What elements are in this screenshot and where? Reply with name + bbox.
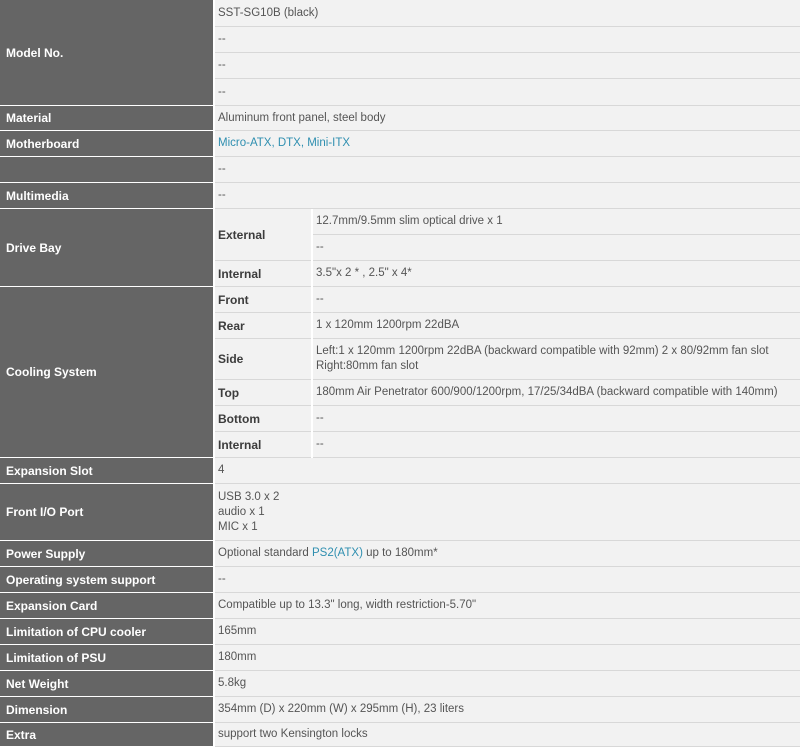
spec-value-expansion-card: Compatible up to 13.3" long, width restr… <box>215 593 800 619</box>
spec-label-extra: Extra <box>0 723 213 747</box>
spec-sublabel-external: External <box>215 209 311 261</box>
spec-sublabel-front: Front <box>215 287 311 313</box>
power-supply-prefix: Optional standard <box>218 547 312 559</box>
spec-value-external-2: -- <box>313 235 800 261</box>
spec-value-rear: 1 x 120mm 1200rpm 22dBA <box>313 313 800 339</box>
spec-sublabel-internal-bay: Internal <box>215 261 311 287</box>
spec-label-blank <box>0 157 213 183</box>
front-io-line-3: MIC x 1 <box>218 520 258 533</box>
spec-value-material: Aluminum front panel, steel body <box>215 106 800 131</box>
spec-sublabel-rear: Rear <box>215 313 311 339</box>
spec-label-front-io: Front I/O Port <box>0 484 213 541</box>
spec-label-multimedia: Multimedia <box>0 183 213 209</box>
spec-value-power-supply: Optional standard PS2(ATX) up to 180mm* <box>215 541 800 567</box>
spec-label-material: Material <box>0 106 213 131</box>
spec-value-multimedia: -- <box>215 183 800 209</box>
spec-value-model-4: -- <box>215 79 800 106</box>
spec-value-motherboard-extra: -- <box>215 157 800 183</box>
spec-value-front-io: USB 3.0 x 2 audio x 1 MIC x 1 <box>215 484 800 541</box>
spec-value-front: -- <box>313 287 800 313</box>
spec-label-motherboard: Motherboard <box>0 131 213 157</box>
spec-label-drive-bay: Drive Bay <box>0 209 213 287</box>
spec-value-model-2: -- <box>215 27 800 53</box>
spec-label-model: Model No. <box>0 0 213 106</box>
spec-label-psu-limit: Limitation of PSU <box>0 645 213 671</box>
spec-value-expansion-slot: 4 <box>215 458 800 484</box>
ps2-atx-link[interactable]: PS2(ATX) <box>312 546 363 561</box>
spec-sublabel-side: Side <box>215 339 311 380</box>
side-line-1: Left:1 x 120mm 1200rpm 22dBA (backward c… <box>316 345 769 357</box>
side-line-2: Right:80mm fan slot <box>316 360 419 372</box>
motherboard-link[interactable]: Micro-ATX, DTX, Mini-ITX <box>218 136 350 151</box>
spec-value-net-weight: 5.8kg <box>215 671 800 697</box>
spec-value-psu-limit: 180mm <box>215 645 800 671</box>
spec-label-cooling: Cooling System <box>0 287 213 458</box>
spec-label-dimension: Dimension <box>0 697 213 723</box>
spec-label-net-weight: Net Weight <box>0 671 213 697</box>
spec-value-motherboard: Micro-ATX, DTX, Mini-ITX <box>215 131 800 157</box>
spec-value-dimension: 354mm (D) x 220mm (W) x 295mm (H), 23 li… <box>215 697 800 723</box>
spec-value-internal-cooling: -- <box>313 432 800 458</box>
spec-label-power-supply: Power Supply <box>0 541 213 567</box>
power-supply-suffix: up to 180mm* <box>362 547 438 559</box>
spec-label-expansion-slot: Expansion Slot <box>0 458 213 484</box>
spec-value-external: 12.7mm/9.5mm slim optical drive x 1 <box>313 209 800 235</box>
spec-label-os-support: Operating system support <box>0 567 213 593</box>
front-io-line-2: audio x 1 <box>218 505 265 518</box>
spec-value-top: 180mm Air Penetrator 600/900/1200rpm, 17… <box>313 380 800 406</box>
spec-value-extra: support two Kensington locks <box>215 723 800 747</box>
spec-sublabel-top: Top <box>215 380 311 406</box>
spec-value-internal-bay: 3.5"x 2 * , 2.5" x 4* <box>313 261 800 287</box>
spec-sublabel-internal-cooling: Internal <box>215 432 311 458</box>
spec-label-cpu-cooler: Limitation of CPU cooler <box>0 619 213 645</box>
spec-value-model-3: -- <box>215 53 800 79</box>
spec-label-expansion-card: Expansion Card <box>0 593 213 619</box>
spec-value-cpu-cooler: 165mm <box>215 619 800 645</box>
spec-value-os-support: -- <box>215 567 800 593</box>
spec-value-bottom: -- <box>313 406 800 432</box>
front-io-line-1: USB 3.0 x 2 <box>218 490 280 503</box>
spec-value-model: SST-SG10B (black) <box>215 0 800 27</box>
spec-sublabel-bottom: Bottom <box>215 406 311 432</box>
spec-value-side: Left:1 x 120mm 1200rpm 22dBA (backward c… <box>313 339 800 380</box>
